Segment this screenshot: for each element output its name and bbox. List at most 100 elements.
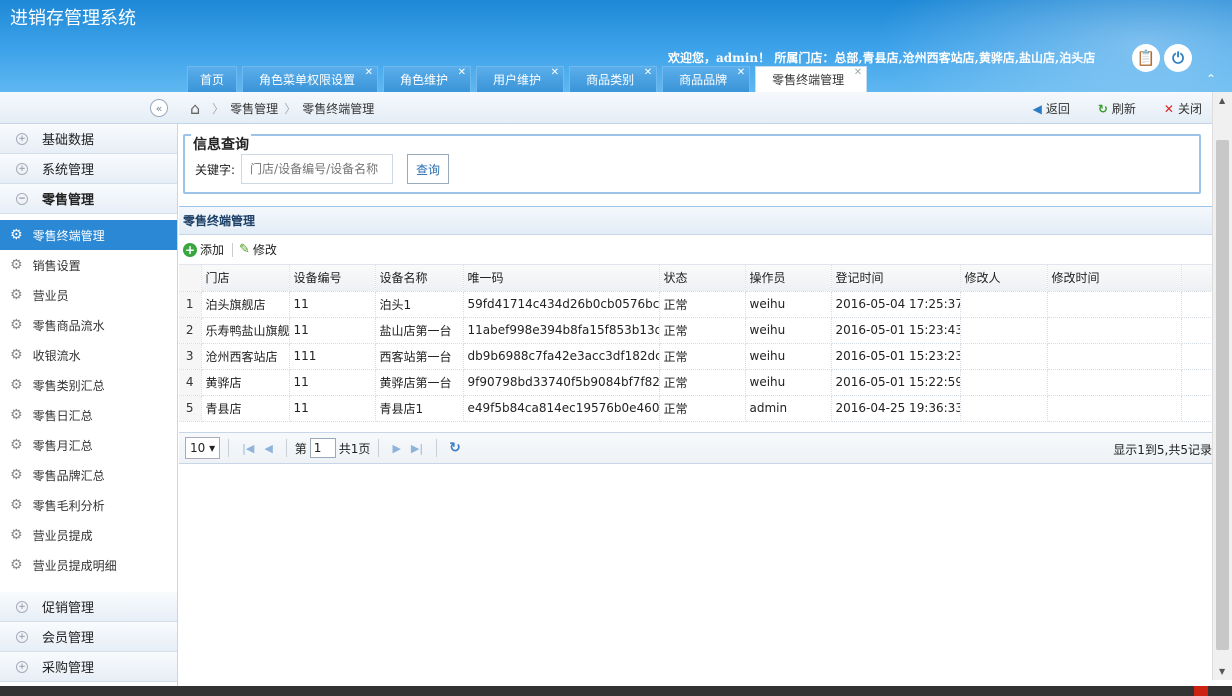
sidebar-item-cashier-flow[interactable]: ⚙ 收银流水 <box>0 340 177 370</box>
cell-device-name: 西客站第一台 <box>375 343 464 370</box>
sidebar-collapse-icon[interactable]: « <box>150 99 168 117</box>
col-status[interactable]: 状态 <box>659 265 746 292</box>
sidebar-item-commission-detail[interactable]: ⚙ 营业员提成明细 <box>0 550 177 580</box>
home-icon[interactable]: ⌂ <box>190 99 200 118</box>
edit-button[interactable]: ✎ 修改 <box>239 241 277 258</box>
sidebar-item-daily-summary[interactable]: ⚙ 零售日汇总 <box>0 400 177 430</box>
tab-user-maintenance[interactable]: 用户维护 ✕ <box>476 66 565 92</box>
cell-operator: weihu <box>745 343 832 370</box>
collapse-header-icon[interactable]: ⌃ <box>1206 72 1216 86</box>
prev-page-icon[interactable]: ◀ <box>264 442 272 455</box>
cell-store: 青县店 <box>201 395 290 422</box>
scroll-up-icon[interactable]: ▲ <box>1219 96 1225 105</box>
cell-device-code: 11 <box>289 369 376 396</box>
cell-unique-code: 11abef998e394b8fa15f853b13d99 <box>463 317 660 344</box>
close-icon[interactable]: ✕ <box>644 67 652 78</box>
sidebar-item-retail-product-flow[interactable]: ⚙ 零售商品流水 <box>0 310 177 340</box>
close-icon[interactable]: ✕ <box>551 67 559 78</box>
gear-icon: ⚙ <box>10 377 23 393</box>
table-row[interactable]: 4 黄骅店 11 黄骅店第一台 9f90798bd33740f5b9084bf7… <box>179 369 1231 396</box>
tab-home[interactable]: 首页 <box>187 66 238 92</box>
sidebar-section-system[interactable]: + 系统管理 <box>0 154 177 184</box>
tab-product-category[interactable]: 商品类别 ✕ <box>569 66 658 92</box>
keyword-label: 关键字: <box>195 162 236 177</box>
sidebar-item-sales-settings[interactable]: ⚙ 销售设置 <box>0 250 177 280</box>
cell-register-time: 2016-05-01 15:23:23 <box>831 343 961 370</box>
sidebar-section-basic-data[interactable]: + 基础数据 <box>0 124 177 154</box>
page-actions: ◀ 返回 ↻ 刷新 ✕ 关闭 <box>1033 92 1202 124</box>
last-page-icon[interactable]: ▶| <box>411 442 423 455</box>
back-button[interactable]: ◀ 返回 <box>1033 100 1070 117</box>
sidebar-item-salesclerk[interactable]: ⚙ 营业员 <box>0 280 177 310</box>
tab-bar: 首页 角色菜单权限设置 ✕ 角色维护 ✕ 用户维护 ✕ 商品类别 ✕ 商品品牌 ✕ 零售终… <box>187 66 872 92</box>
breadcrumb-level1[interactable]: 零售管理 <box>230 100 278 117</box>
sidebar-item-retail-terminal[interactable]: ⚙ 零售终端管理 <box>0 220 177 250</box>
grid-toolbar: + 添加 ✎ 修改 <box>179 235 1212 265</box>
chevron-right-icon: 〉 <box>212 101 225 116</box>
col-modify-time[interactable]: 修改时间 <box>1047 265 1182 292</box>
close-button[interactable]: ✕ 关闭 <box>1164 100 1202 117</box>
scroll-thumb[interactable] <box>1216 140 1229 650</box>
cell-operator: weihu <box>745 317 832 344</box>
cell-device-name: 盐山店第一台 <box>375 317 464 344</box>
gear-icon: ⚙ <box>10 227 23 243</box>
col-device-code[interactable]: 设备编号 <box>289 265 376 292</box>
sidebar-item-monthly-summary[interactable]: ⚙ 零售月汇总 <box>0 430 177 460</box>
gear-icon: ⚙ <box>10 317 23 333</box>
table-row[interactable]: 2 乐寿鸭盐山旗舰 11 盐山店第一台 11abef998e394b8fa15f… <box>179 317 1231 344</box>
query-button[interactable]: 查询 <box>407 154 450 184</box>
vertical-scrollbar[interactable]: ▲ ▼ <box>1212 92 1232 680</box>
tab-label: 零售终端管理 <box>772 73 845 87</box>
sidebar-section-retail[interactable]: − 零售管理 <box>0 184 177 214</box>
section-label: 促销管理 <box>42 601 95 616</box>
power-icon[interactable]: ⏻ <box>1164 44 1192 72</box>
cell-store: 乐寿鸭盐山旗舰 <box>201 317 290 344</box>
close-icon[interactable]: ✕ <box>365 67 373 78</box>
page-size-select[interactable]: 10 ▾ <box>185 437 221 459</box>
page-number-input[interactable]: 1 <box>309 438 336 458</box>
col-unique-code[interactable]: 唯一码 <box>463 265 660 292</box>
gear-icon: ⚙ <box>10 257 23 273</box>
close-icon: ✕ <box>1163 101 1174 116</box>
back-icon: ◀ <box>1032 101 1042 116</box>
scroll-down-icon[interactable]: ▼ <box>1219 667 1225 676</box>
first-page-icon[interactable]: |◀ <box>242 442 254 455</box>
sidebar: + 基础数据 + 系统管理 − 零售管理 ⚙ 零售终端管理 ⚙ 销售设置 ⚙ 营业员 ⚙ 零售… <box>0 124 178 686</box>
tab-retail-terminal[interactable]: 零售终端管理 ✕ <box>755 66 868 92</box>
sidebar-item-label: 收银流水 <box>32 348 81 363</box>
tab-role-maintenance[interactable]: 角色维护 ✕ <box>383 66 472 92</box>
col-operator[interactable]: 操作员 <box>745 265 832 292</box>
sidebar-section-purchase[interactable]: + 采购管理 <box>0 652 177 682</box>
table-row[interactable]: 5 青县店 11 青县店1 e49f5b84ca814ec19576b0e460… <box>179 395 1231 422</box>
table-row[interactable]: 1 泊头旗舰店 11 泊头1 59fd41714c434d26b0cb0576b… <box>179 291 1231 318</box>
sidebar-item-commission[interactable]: ⚙ 营业员提成 <box>0 520 177 550</box>
col-device-name[interactable]: 设备名称 <box>375 265 464 292</box>
sidebar-item-category-summary[interactable]: ⚙ 零售类别汇总 <box>0 370 177 400</box>
total-pages: 共1页 <box>338 441 371 456</box>
pager-divider <box>378 439 380 457</box>
cell-modifier <box>960 395 1048 422</box>
close-icon[interactable]: ✕ <box>854 67 862 78</box>
cell-device-code: 11 <box>289 395 376 422</box>
status-indicator <box>1194 686 1208 696</box>
sidebar-section-member[interactable]: + 会员管理 <box>0 622 177 652</box>
add-button[interactable]: + 添加 <box>183 241 224 258</box>
col-store[interactable]: 门店 <box>201 265 290 292</box>
sidebar-item-gross-profit[interactable]: ⚙ 零售毛利分析 <box>0 490 177 520</box>
section-label: 系统管理 <box>42 163 95 178</box>
clipboard-icon[interactable]: 📋 <box>1132 44 1160 72</box>
refresh-icon[interactable]: ↻ <box>449 440 461 456</box>
cell-status: 正常 <box>659 395 746 422</box>
keyword-input[interactable] <box>241 154 394 184</box>
close-icon[interactable]: ✕ <box>737 67 745 78</box>
sidebar-section-promotion[interactable]: + 促销管理 <box>0 592 177 622</box>
refresh-button[interactable]: ↻ 刷新 <box>1098 100 1136 117</box>
tab-product-brand[interactable]: 商品品牌 ✕ <box>662 66 751 92</box>
table-row[interactable]: 3 沧州西客站店 111 西客站第一台 db9b6988c7fa42e3acc3… <box>179 343 1231 370</box>
col-register-time[interactable]: 登记时间 <box>831 265 961 292</box>
sidebar-item-brand-summary[interactable]: ⚙ 零售品牌汇总 <box>0 460 177 490</box>
col-modifier[interactable]: 修改人 <box>960 265 1048 292</box>
next-page-icon[interactable]: ▶ <box>392 442 400 455</box>
tab-role-menu-permission[interactable]: 角色菜单权限设置 ✕ <box>242 66 379 92</box>
close-icon[interactable]: ✕ <box>458 67 466 78</box>
